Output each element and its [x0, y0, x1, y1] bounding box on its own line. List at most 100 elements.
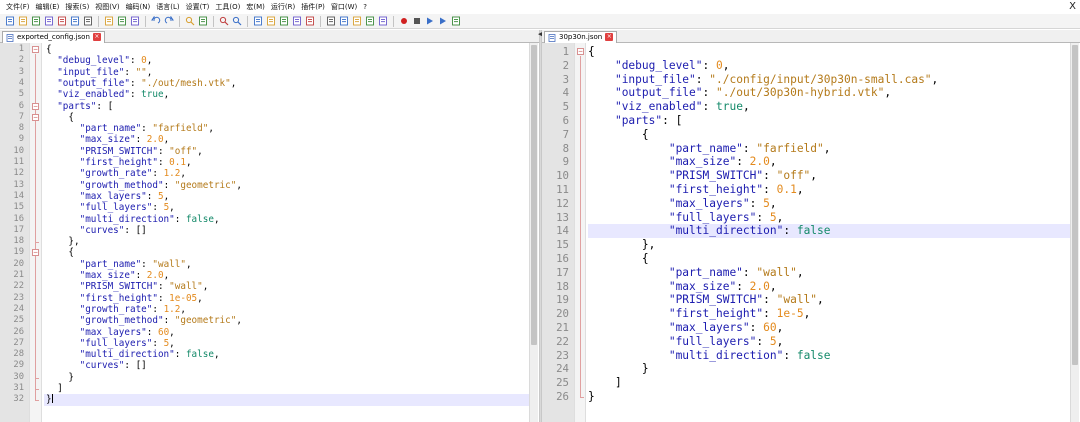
code-line[interactable]: "first_height": 1e-5,: [588, 307, 1070, 321]
code-line[interactable]: "max_layers": 60,: [588, 321, 1070, 335]
close-all-icon[interactable]: [69, 15, 81, 27]
code-line[interactable]: {: [588, 128, 1070, 142]
code-line[interactable]: {: [44, 112, 529, 123]
code-line[interactable]: "multi_direction": false: [588, 349, 1070, 363]
code-line[interactable]: "viz_enabled": true,: [44, 89, 529, 100]
copy-icon[interactable]: [116, 15, 128, 27]
code-line[interactable]: {: [44, 247, 529, 258]
code-line[interactable]: "curves": []: [44, 360, 529, 371]
fold-toggle-icon[interactable]: −: [32, 113, 39, 121]
code-line[interactable]: "multi_direction": false,: [44, 214, 529, 225]
stop-macro-icon[interactable]: [411, 15, 423, 27]
close-icon[interactable]: [56, 15, 68, 27]
code-line[interactable]: "growth_rate": 1.2,: [44, 304, 529, 315]
vertical-scrollbar[interactable]: [1070, 43, 1079, 422]
sync-vertical-icon[interactable]: [252, 15, 264, 27]
code-line[interactable]: "full_layers": 5,: [44, 338, 529, 349]
code-line[interactable]: "part_name": "wall",: [588, 266, 1070, 280]
menu-item-0[interactable]: 文件(F): [3, 0, 33, 14]
code-line[interactable]: "max_layers": 5,: [44, 191, 529, 202]
print-icon[interactable]: [82, 15, 94, 27]
code-line[interactable]: }: [44, 372, 529, 383]
code-line[interactable]: }: [588, 362, 1070, 376]
close-tab-icon[interactable]: ×: [92, 33, 101, 41]
code-line[interactable]: "growth_method": "geometric",: [44, 315, 529, 326]
code-line[interactable]: "max_layers": 60,: [44, 327, 529, 338]
code-line[interactable]: {: [588, 45, 1070, 59]
code-line[interactable]: "first_height": 0.1,: [44, 157, 529, 168]
code-line[interactable]: "max_size": 2.0,: [44, 270, 529, 281]
code-line[interactable]: "growth_rate": 1.2,: [44, 168, 529, 179]
code-line[interactable]: },: [44, 236, 529, 247]
find-icon[interactable]: [184, 15, 196, 27]
indent-guide-icon[interactable]: [304, 15, 316, 27]
undo-icon[interactable]: [150, 15, 162, 27]
code-editor-right[interactable]: 1 {2 "debug_level": 0, 3 "input_file": "./…: [542, 43, 1080, 422]
code-line[interactable]: "PRISM_SWITCH": "off",: [588, 169, 1070, 183]
new-file-icon[interactable]: [4, 15, 16, 27]
sync-horizontal-icon[interactable]: [265, 15, 277, 27]
menu-item-4[interactable]: 编码(N): [123, 0, 154, 14]
menu-item-11[interactable]: 窗口(W): [328, 0, 360, 14]
menu-item-12[interactable]: ?: [360, 0, 370, 14]
code-line[interactable]: "output_file": "./out/mesh.vtk",: [44, 78, 529, 89]
code-line[interactable]: "part_name": "farfield",: [588, 142, 1070, 156]
code-line[interactable]: "multi_direction": false,: [44, 349, 529, 360]
fold-toggle-icon[interactable]: −: [32, 102, 39, 110]
code-line[interactable]: "debug_level": 0,: [588, 59, 1070, 73]
code-line[interactable]: "input_file": "./config/input/30p30n-sma…: [588, 73, 1070, 87]
close-tab-icon[interactable]: ×: [605, 33, 614, 41]
code-line[interactable]: "input_file": "",: [44, 67, 529, 78]
code-line[interactable]: "curves": []: [44, 225, 529, 236]
code-line[interactable]: "PRISM_SWITCH": "off",: [44, 146, 529, 157]
window-close-button[interactable]: X: [1069, 1, 1076, 12]
code-line[interactable]: ]: [588, 376, 1070, 390]
run-macro-icon[interactable]: [437, 15, 449, 27]
menu-item-8[interactable]: 宏(M): [243, 0, 268, 14]
menu-item-7[interactable]: 工具(O): [212, 0, 243, 14]
menu-item-3[interactable]: 视图(V): [92, 0, 122, 14]
code-line[interactable]: "parts": [: [44, 101, 529, 112]
code-line[interactable]: "max_layers": 5,: [588, 197, 1070, 211]
vertical-scrollbar[interactable]: [529, 43, 538, 422]
redo-icon[interactable]: [163, 15, 175, 27]
code-line[interactable]: "multi_direction": false: [588, 224, 1070, 239]
fold-toggle-icon[interactable]: −: [32, 46, 39, 53]
zoom-in-icon[interactable]: [218, 15, 230, 27]
save-all-icon[interactable]: [43, 15, 55, 27]
scrollbar-thumb[interactable]: [1072, 45, 1078, 365]
code-line[interactable]: "first_height": 0.1,: [588, 183, 1070, 197]
code-line[interactable]: "growth_method": "geometric",: [44, 180, 529, 191]
paste-icon[interactable]: [129, 15, 141, 27]
code-line[interactable]: "first_height": 1e-05,: [44, 293, 529, 304]
code-line[interactable]: "part_name": "farfield",: [44, 123, 529, 134]
word-wrap-icon[interactable]: [278, 15, 290, 27]
code-line[interactable]: }: [44, 394, 529, 406]
code-line[interactable]: "full_layers": 5,: [588, 335, 1070, 349]
doc-map-icon[interactable]: [338, 15, 350, 27]
show-all-chars-icon[interactable]: [291, 15, 303, 27]
code-line[interactable]: "max_size": 2.0,: [588, 155, 1070, 169]
fold-toggle-icon[interactable]: −: [32, 249, 39, 257]
menu-item-5[interactable]: 语言(L): [153, 0, 182, 14]
code-line[interactable]: "output_file": "./out/30p30n-hybrid.vtk"…: [588, 86, 1070, 100]
code-line[interactable]: "PRISM_SWITCH": "wall",: [588, 293, 1070, 307]
code-line[interactable]: "full_layers": 5,: [44, 202, 529, 213]
replace-icon[interactable]: [197, 15, 209, 27]
save-icon[interactable]: [30, 15, 42, 27]
menu-item-2[interactable]: 搜索(S): [62, 0, 92, 14]
code-line[interactable]: }: [588, 390, 1070, 404]
monitor-icon[interactable]: [377, 15, 389, 27]
function-list-icon[interactable]: [351, 15, 363, 27]
lang-icon[interactable]: [325, 15, 337, 27]
menu-item-9[interactable]: 运行(R): [268, 0, 298, 14]
menu-item-6[interactable]: 设置(T): [183, 0, 213, 14]
scrollbar-thumb[interactable]: [531, 45, 537, 345]
code-line[interactable]: "max_size": 2.0,: [44, 134, 529, 145]
zoom-out-icon[interactable]: [231, 15, 243, 27]
code-line[interactable]: "full_layers": 5,: [588, 211, 1070, 225]
code-line[interactable]: "debug_level": 0,: [44, 55, 529, 66]
tab-exported-config[interactable]: exported_config.json ×: [2, 31, 105, 43]
code-line[interactable]: "part_name": "wall",: [44, 259, 529, 270]
folder-icon[interactable]: [364, 15, 376, 27]
